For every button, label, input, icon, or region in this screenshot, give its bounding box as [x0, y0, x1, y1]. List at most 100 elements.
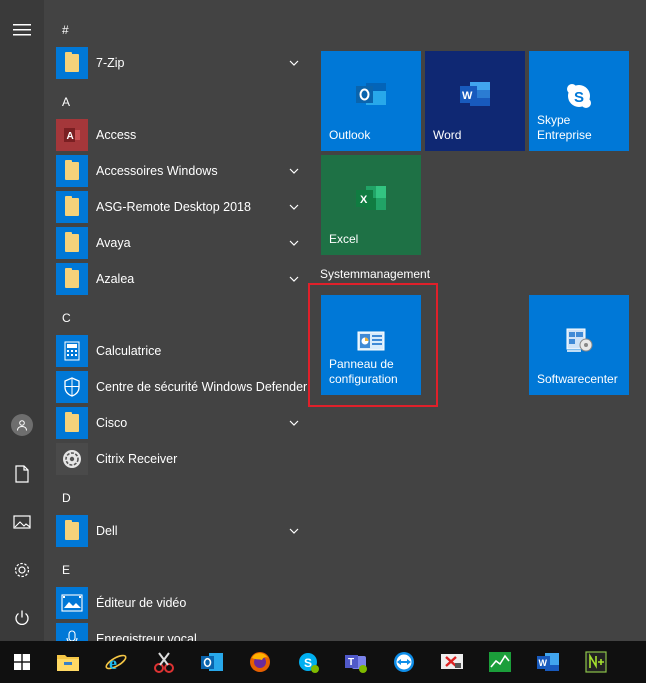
power-icon — [15, 610, 29, 625]
tile-label: Skype Entreprise — [537, 113, 592, 142]
tile-label: Panneau de configuration — [329, 357, 398, 386]
app-label: Calculatrice — [96, 344, 162, 358]
word-icon: W — [460, 82, 490, 106]
control-panel-icon — [357, 331, 385, 351]
file-explorer-icon[interactable] — [44, 641, 92, 683]
start-menu: # 7-Zip A A Access Accessoires Windows A… — [0, 0, 646, 641]
snipping-tool-icon[interactable] — [140, 641, 188, 683]
chevron-down-icon[interactable] — [286, 55, 302, 71]
user-button[interactable] — [0, 403, 44, 447]
app-dell[interactable]: Dell — [56, 513, 306, 549]
app-enregistreur-vocal[interactable]: Enregistreur vocal — [56, 621, 306, 641]
app-label: Access — [96, 128, 137, 142]
app-label: Dell — [96, 524, 118, 538]
remote-desktop-icon[interactable] — [428, 641, 476, 683]
chevron-down-icon[interactable] — [286, 523, 302, 539]
chevron-down-icon[interactable] — [286, 235, 302, 251]
hamburger-icon[interactable] — [0, 8, 44, 52]
gear-icon — [14, 562, 30, 578]
app-label: ASG-Remote Desktop 2018 — [96, 200, 251, 214]
app-7zip[interactable]: 7-Zip — [56, 45, 306, 81]
word-icon[interactable]: W — [524, 641, 572, 683]
svg-text:W: W — [462, 90, 473, 102]
citrix-icon — [56, 443, 88, 475]
tile-label: Outlook — [329, 128, 371, 142]
svg-text:e: e — [109, 653, 117, 673]
teamviewer-icon[interactable] — [380, 641, 428, 683]
firefox-icon[interactable] — [236, 641, 284, 683]
outlook-icon[interactable] — [188, 641, 236, 683]
svg-text:A: A — [67, 131, 74, 142]
outlook-icon — [356, 83, 386, 105]
tile-outlook[interactable]: Outlook — [321, 51, 421, 151]
access-icon: A — [56, 119, 88, 151]
app-label: Enregistreur vocal — [96, 632, 197, 641]
teams-icon[interactable]: T — [332, 641, 380, 683]
folder-icon — [56, 407, 88, 439]
chevron-down-icon[interactable] — [286, 199, 302, 215]
settings-button[interactable] — [0, 548, 44, 592]
letter-header[interactable]: C — [62, 309, 71, 327]
app-accessoires-windows[interactable]: Accessoires Windows — [56, 153, 306, 189]
app-windows-defender[interactable]: Centre de sécurité Windows Defender — [56, 369, 308, 405]
folder-icon — [56, 155, 88, 187]
documents-button[interactable] — [0, 452, 44, 496]
app-cisco[interactable]: Cisco — [56, 405, 306, 441]
monitor-icon[interactable] — [476, 641, 524, 683]
pictures-button[interactable] — [0, 500, 44, 544]
app-citrix-receiver[interactable]: Citrix Receiver — [56, 441, 306, 477]
app-label: Azalea — [96, 272, 135, 286]
letter-header[interactable]: A — [62, 93, 70, 111]
tile-group-title[interactable]: Systemmanagement — [320, 267, 430, 281]
skype-icon: S — [567, 84, 591, 108]
tile-excel[interactable]: X Excel — [321, 155, 421, 255]
tile-label: Softwarecenter — [537, 372, 618, 386]
taskbar: e S T W — [0, 641, 646, 683]
notepad-plus-icon[interactable] — [572, 641, 620, 683]
skype-icon[interactable]: S — [284, 641, 332, 683]
excel-icon: X — [356, 186, 386, 210]
tiles-area: Outlook W Word S Skype Entreprise X Exce… — [320, 0, 640, 641]
tile-word[interactable]: W Word — [425, 51, 525, 151]
power-button[interactable] — [0, 596, 44, 640]
shield-icon — [56, 371, 88, 403]
letter-header[interactable]: D — [62, 489, 71, 507]
app-calculatrice[interactable]: Calculatrice — [56, 333, 306, 369]
software-center-icon — [566, 328, 593, 352]
svg-text:X: X — [360, 194, 368, 206]
microphone-icon — [56, 623, 88, 641]
tile-panneau-de-configuration[interactable]: Panneau de configuration — [321, 295, 421, 395]
app-label: Cisco — [96, 416, 128, 430]
folder-icon — [56, 515, 88, 547]
svg-text:W: W — [539, 658, 548, 668]
letter-header[interactable]: E — [62, 561, 70, 579]
svg-text:T: T — [348, 657, 354, 668]
folder-icon — [56, 47, 88, 79]
calculator-icon — [56, 335, 88, 367]
app-asg-remote-desktop[interactable]: ASG-Remote Desktop 2018 — [56, 189, 306, 225]
tile-softwarecenter[interactable]: Softwarecenter — [529, 295, 629, 395]
picture-icon — [13, 515, 31, 529]
document-icon — [15, 465, 29, 483]
app-label: Centre de sécurité Windows Defender — [96, 380, 308, 394]
app-label: Accessoires Windows — [96, 164, 218, 178]
tile-skype-entreprise[interactable]: S Skype Entreprise — [529, 51, 629, 151]
chevron-down-icon[interactable] — [286, 163, 302, 179]
internet-explorer-icon[interactable]: e — [92, 641, 140, 683]
chevron-down-icon[interactable] — [286, 271, 302, 287]
chevron-down-icon[interactable] — [286, 415, 302, 431]
folder-icon — [56, 191, 88, 223]
app-label: Éditeur de vidéo — [96, 596, 187, 610]
windows-start-icon[interactable] — [0, 641, 44, 683]
app-label: 7-Zip — [96, 56, 125, 70]
app-avaya[interactable]: Avaya — [56, 225, 306, 261]
letter-header[interactable]: # — [62, 21, 69, 39]
app-azalea[interactable]: Azalea — [56, 261, 306, 297]
svg-text:S: S — [574, 89, 584, 106]
app-access[interactable]: A Access — [56, 117, 306, 153]
start-rail — [0, 0, 44, 641]
app-editeur-de-video[interactable]: Éditeur de vidéo — [56, 585, 306, 621]
video-editor-icon — [56, 587, 88, 619]
folder-icon — [56, 227, 88, 259]
svg-text:S: S — [304, 656, 312, 670]
